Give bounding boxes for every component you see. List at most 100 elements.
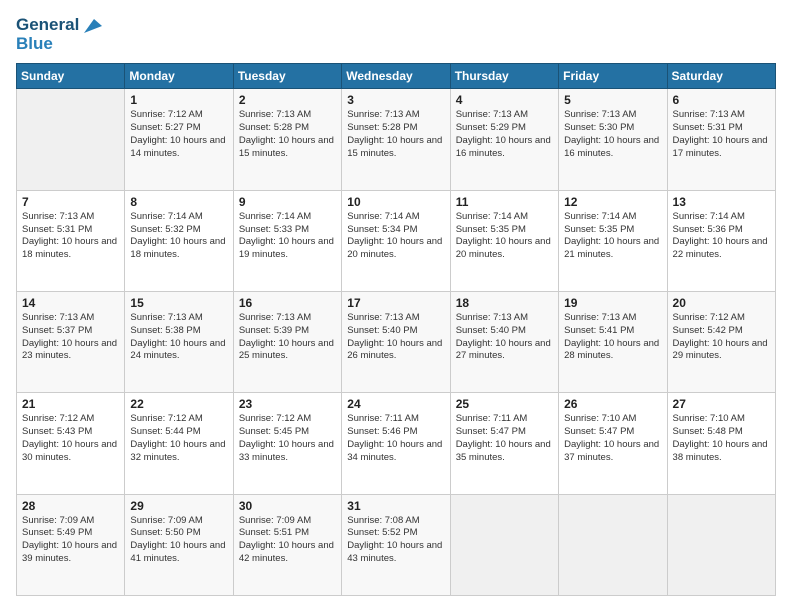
sunset-text: Sunset: 5:30 PM	[564, 122, 661, 135]
weekday-header: Saturday	[667, 64, 775, 89]
day-number: 30	[239, 499, 336, 513]
calendar-cell: 6 Sunrise: 7:13 AM Sunset: 5:31 PM Dayli…	[667, 89, 775, 190]
day-number: 6	[673, 93, 770, 107]
daylight-text: Daylight: 10 hours and 24 minutes.	[130, 338, 227, 364]
sunrise-text: Sunrise: 7:13 AM	[130, 312, 227, 325]
calendar-cell: 31 Sunrise: 7:08 AM Sunset: 5:52 PM Dayl…	[342, 494, 450, 595]
sunset-text: Sunset: 5:35 PM	[564, 224, 661, 237]
sunset-text: Sunset: 5:45 PM	[239, 426, 336, 439]
day-number: 21	[22, 397, 119, 411]
cell-content: Sunrise: 7:08 AM Sunset: 5:52 PM Dayligh…	[347, 515, 444, 566]
calendar-cell: 9 Sunrise: 7:14 AM Sunset: 5:33 PM Dayli…	[233, 190, 341, 291]
calendar-cell: 30 Sunrise: 7:09 AM Sunset: 5:51 PM Dayl…	[233, 494, 341, 595]
header: General Blue	[16, 16, 776, 53]
daylight-text: Daylight: 10 hours and 35 minutes.	[456, 439, 553, 465]
day-number: 22	[130, 397, 227, 411]
cell-content: Sunrise: 7:13 AM Sunset: 5:40 PM Dayligh…	[347, 312, 444, 363]
calendar-cell: 18 Sunrise: 7:13 AM Sunset: 5:40 PM Dayl…	[450, 292, 558, 393]
cell-content: Sunrise: 7:12 AM Sunset: 5:42 PM Dayligh…	[673, 312, 770, 363]
sunrise-text: Sunrise: 7:11 AM	[456, 413, 553, 426]
cell-content: Sunrise: 7:13 AM Sunset: 5:29 PM Dayligh…	[456, 109, 553, 160]
day-number: 12	[564, 195, 661, 209]
sunrise-text: Sunrise: 7:14 AM	[130, 211, 227, 224]
cell-content: Sunrise: 7:11 AM Sunset: 5:46 PM Dayligh…	[347, 413, 444, 464]
sunset-text: Sunset: 5:48 PM	[673, 426, 770, 439]
daylight-text: Daylight: 10 hours and 28 minutes.	[564, 338, 661, 364]
sunset-text: Sunset: 5:34 PM	[347, 224, 444, 237]
cell-content: Sunrise: 7:14 AM Sunset: 5:34 PM Dayligh…	[347, 211, 444, 262]
sunset-text: Sunset: 5:37 PM	[22, 325, 119, 338]
calendar-cell: 12 Sunrise: 7:14 AM Sunset: 5:35 PM Dayl…	[559, 190, 667, 291]
sunrise-text: Sunrise: 7:12 AM	[673, 312, 770, 325]
sunrise-text: Sunrise: 7:13 AM	[456, 109, 553, 122]
sunrise-text: Sunrise: 7:13 AM	[347, 109, 444, 122]
cell-content: Sunrise: 7:09 AM Sunset: 5:50 PM Dayligh…	[130, 515, 227, 566]
calendar-cell: 21 Sunrise: 7:12 AM Sunset: 5:43 PM Dayl…	[17, 393, 125, 494]
daylight-text: Daylight: 10 hours and 27 minutes.	[456, 338, 553, 364]
cell-content: Sunrise: 7:11 AM Sunset: 5:47 PM Dayligh…	[456, 413, 553, 464]
cell-content: Sunrise: 7:13 AM Sunset: 5:28 PM Dayligh…	[347, 109, 444, 160]
sunset-text: Sunset: 5:31 PM	[673, 122, 770, 135]
calendar-cell: 1 Sunrise: 7:12 AM Sunset: 5:27 PM Dayli…	[125, 89, 233, 190]
calendar-cell: 22 Sunrise: 7:12 AM Sunset: 5:44 PM Dayl…	[125, 393, 233, 494]
sunset-text: Sunset: 5:27 PM	[130, 122, 227, 135]
day-number: 9	[239, 195, 336, 209]
calendar-cell: 17 Sunrise: 7:13 AM Sunset: 5:40 PM Dayl…	[342, 292, 450, 393]
cell-content: Sunrise: 7:10 AM Sunset: 5:47 PM Dayligh…	[564, 413, 661, 464]
calendar-cell: 19 Sunrise: 7:13 AM Sunset: 5:41 PM Dayl…	[559, 292, 667, 393]
sunrise-text: Sunrise: 7:13 AM	[564, 109, 661, 122]
daylight-text: Daylight: 10 hours and 25 minutes.	[239, 338, 336, 364]
logo: General Blue	[16, 16, 102, 53]
day-number: 20	[673, 296, 770, 310]
day-number: 27	[673, 397, 770, 411]
sunrise-text: Sunrise: 7:14 AM	[239, 211, 336, 224]
sunset-text: Sunset: 5:28 PM	[347, 122, 444, 135]
calendar-cell: 20 Sunrise: 7:12 AM Sunset: 5:42 PM Dayl…	[667, 292, 775, 393]
day-number: 15	[130, 296, 227, 310]
cell-content: Sunrise: 7:13 AM Sunset: 5:30 PM Dayligh…	[564, 109, 661, 160]
daylight-text: Daylight: 10 hours and 33 minutes.	[239, 439, 336, 465]
logo-line1: General	[16, 16, 102, 35]
sunrise-text: Sunrise: 7:10 AM	[564, 413, 661, 426]
sunrise-text: Sunrise: 7:12 AM	[239, 413, 336, 426]
sunrise-text: Sunrise: 7:13 AM	[22, 211, 119, 224]
day-number: 28	[22, 499, 119, 513]
sunset-text: Sunset: 5:40 PM	[456, 325, 553, 338]
cell-content: Sunrise: 7:13 AM Sunset: 5:40 PM Dayligh…	[456, 312, 553, 363]
calendar-cell: 23 Sunrise: 7:12 AM Sunset: 5:45 PM Dayl…	[233, 393, 341, 494]
weekday-header-row: SundayMondayTuesdayWednesdayThursdayFrid…	[17, 64, 776, 89]
daylight-text: Daylight: 10 hours and 42 minutes.	[239, 540, 336, 566]
weekday-header: Wednesday	[342, 64, 450, 89]
cell-content: Sunrise: 7:13 AM Sunset: 5:37 PM Dayligh…	[22, 312, 119, 363]
calendar-cell: 28 Sunrise: 7:09 AM Sunset: 5:49 PM Dayl…	[17, 494, 125, 595]
day-number: 10	[347, 195, 444, 209]
sunrise-text: Sunrise: 7:13 AM	[239, 312, 336, 325]
day-number: 4	[456, 93, 553, 107]
day-number: 3	[347, 93, 444, 107]
daylight-text: Daylight: 10 hours and 16 minutes.	[564, 135, 661, 161]
cell-content: Sunrise: 7:10 AM Sunset: 5:48 PM Dayligh…	[673, 413, 770, 464]
daylight-text: Daylight: 10 hours and 18 minutes.	[130, 236, 227, 262]
cell-content: Sunrise: 7:09 AM Sunset: 5:49 PM Dayligh…	[22, 515, 119, 566]
calendar-cell	[667, 494, 775, 595]
calendar-cell: 8 Sunrise: 7:14 AM Sunset: 5:32 PM Dayli…	[125, 190, 233, 291]
sunset-text: Sunset: 5:44 PM	[130, 426, 227, 439]
sunset-text: Sunset: 5:46 PM	[347, 426, 444, 439]
day-number: 17	[347, 296, 444, 310]
calendar-cell: 15 Sunrise: 7:13 AM Sunset: 5:38 PM Dayl…	[125, 292, 233, 393]
day-number: 13	[673, 195, 770, 209]
weekday-header: Monday	[125, 64, 233, 89]
daylight-text: Daylight: 10 hours and 43 minutes.	[347, 540, 444, 566]
day-number: 18	[456, 296, 553, 310]
calendar-cell: 25 Sunrise: 7:11 AM Sunset: 5:47 PM Dayl…	[450, 393, 558, 494]
day-number: 25	[456, 397, 553, 411]
sunset-text: Sunset: 5:51 PM	[239, 527, 336, 540]
day-number: 7	[22, 195, 119, 209]
sunrise-text: Sunrise: 7:09 AM	[22, 515, 119, 528]
day-number: 23	[239, 397, 336, 411]
cell-content: Sunrise: 7:14 AM Sunset: 5:35 PM Dayligh…	[564, 211, 661, 262]
calendar-week-row: 14 Sunrise: 7:13 AM Sunset: 5:37 PM Dayl…	[17, 292, 776, 393]
daylight-text: Daylight: 10 hours and 15 minutes.	[347, 135, 444, 161]
day-number: 24	[347, 397, 444, 411]
sunset-text: Sunset: 5:28 PM	[239, 122, 336, 135]
